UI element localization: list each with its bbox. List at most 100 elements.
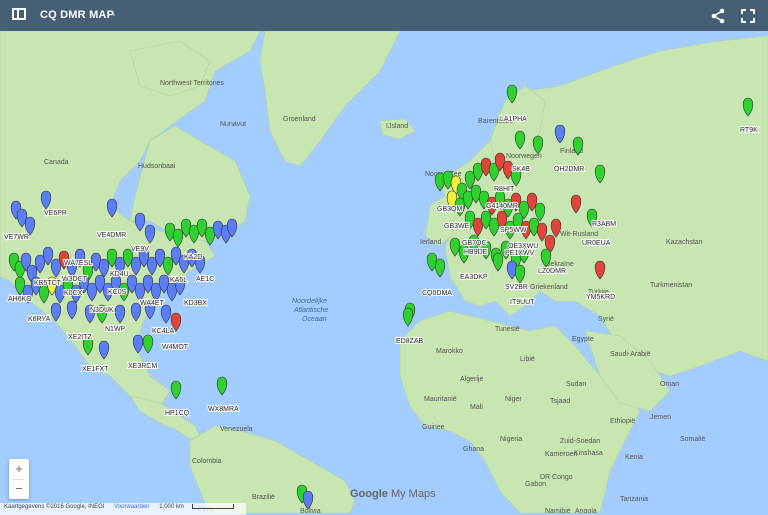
zoom-in-button[interactable]: +	[9, 459, 29, 479]
callsign-label: PE1XWV	[505, 250, 535, 257]
share-icon[interactable]	[708, 6, 728, 26]
geo-label: Sudan	[566, 381, 586, 388]
geo-label: Marokko	[436, 348, 463, 355]
geo-label: Brazilië	[252, 494, 275, 501]
attribution-bar: Kaartgegevens ©2016 Google, INEGI Voorwa…	[0, 503, 246, 515]
ocean-label: Noordelijke Atlantische Oceaan	[292, 298, 328, 323]
geo-label: Kenia	[625, 454, 643, 461]
callsign-label: KA2D	[184, 254, 202, 261]
geo-label: Venezuela	[220, 426, 253, 433]
geo-label: Jemen	[650, 414, 671, 421]
geo-label: Groenland	[283, 116, 316, 123]
map-details-icon[interactable]	[12, 8, 26, 20]
green-map-marker[interactable]	[216, 376, 228, 396]
callsign-label: K0CX	[64, 290, 83, 297]
world-map[interactable]: GroenlandIJslandNoorwegenFinlandCanadaHu…	[0, 31, 768, 513]
geo-label: Somalië	[680, 436, 705, 443]
geo-label: Saudi-Arabië	[610, 351, 651, 358]
callsign-label: KA6L	[170, 277, 187, 284]
scale-label: 1.000 km	[159, 504, 184, 511]
zoom-controls: + −	[9, 459, 29, 499]
blue-map-marker[interactable]	[160, 304, 172, 324]
geo-label: Ethiopië	[610, 418, 635, 425]
terms-link[interactable]: Voorwaarden	[114, 504, 149, 510]
app-header: CQ DMR MAP •	[0, 0, 768, 31]
callsign-label: W3DCT	[62, 276, 88, 283]
green-map-marker[interactable]	[142, 334, 154, 354]
callsign-label: XE3RCM	[128, 363, 157, 370]
callsign-label: GB3WE	[444, 223, 470, 230]
callsign-label: OE3XWU	[508, 243, 538, 250]
callsign-label: KD4U	[110, 271, 129, 278]
map-data-credit: Kaartgegevens ©2016 Google, INEGI	[4, 504, 105, 511]
callsign-label: GB3QM	[437, 206, 462, 213]
geo-label: Tunesië	[495, 326, 520, 333]
map-title: CQ DMR MAP	[40, 9, 115, 21]
callsign-label: UR0EUA	[582, 240, 611, 247]
geo-label: Angola	[575, 508, 597, 513]
geo-label: Algerije	[460, 376, 483, 383]
geo-label: Mali	[470, 404, 483, 411]
callsign-label: KB5TCT	[34, 280, 62, 287]
separator-dot: •	[112, 10, 116, 20]
geo-label: Nunavut	[220, 121, 246, 128]
geo-label: Namibië	[545, 508, 571, 513]
green-map-marker[interactable]	[434, 258, 446, 278]
callsign-label: YM5KRD	[586, 294, 615, 301]
geo-label: Egypte	[572, 336, 594, 343]
callsign-label: KC0S	[108, 289, 127, 296]
callsign-label: K6RYA	[28, 316, 51, 323]
callsign-label: SK4B	[512, 166, 530, 173]
callsign-label: HB9DE	[464, 249, 488, 256]
green-map-marker[interactable]	[402, 307, 414, 327]
geo-label: Hudsonbaai	[138, 163, 176, 170]
geo-label: Noorwegen	[506, 153, 542, 160]
callsign-label: SP5WW	[500, 227, 527, 234]
callsign-label: AE1C	[196, 276, 214, 283]
callsign-label: AH6KO	[8, 296, 32, 303]
callsign-label: OH2DMR	[554, 166, 584, 173]
geo-label: Zuid-Soedan	[560, 438, 600, 445]
callsign-label: GB7QC	[462, 240, 487, 247]
callsign-label: R3ABM	[592, 221, 616, 228]
geo-label: Nigeria	[500, 436, 522, 443]
central-america	[129, 395, 201, 440]
callsign-label: VE7WR	[4, 234, 29, 241]
geo-label: Libië	[520, 356, 535, 363]
geo-label: DR Congo	[540, 474, 573, 481]
callsign-label: WA4ET	[140, 300, 165, 307]
geo-label: Tsjaad	[550, 398, 570, 405]
green-map-marker[interactable]	[170, 380, 182, 400]
geo-label: Ierland	[420, 239, 442, 246]
geo-label: IJsland	[386, 123, 408, 130]
callsign-label: EA3DKP	[460, 274, 488, 281]
callsign-label: WA7ESL	[64, 260, 92, 267]
geo-label: Canada	[44, 159, 69, 166]
callsign-label: XE1FXT	[82, 366, 109, 373]
geo-label: Tanzania	[620, 496, 648, 503]
geo-label: Bolivia	[300, 508, 321, 513]
geo-label: Kameroen	[545, 451, 577, 458]
greenland	[259, 31, 401, 167]
geo-label: Gabon	[525, 481, 546, 488]
google-logo: Google	[350, 488, 388, 500]
callsign-label: LZ0DMR	[538, 268, 566, 275]
geo-label: Turkmenistan	[650, 282, 692, 289]
mymaps-label: My Maps	[390, 488, 436, 500]
callsign-label: XE2ITZ	[68, 334, 92, 341]
callsign-label: RT9K	[740, 127, 758, 134]
callsign-label: G4140MR	[486, 203, 518, 210]
callsign-label: LA1PHA	[500, 116, 527, 123]
fullscreen-icon[interactable]	[738, 6, 758, 26]
callsign-label: SV2BR	[505, 284, 528, 291]
geo-label: Ghana	[463, 446, 484, 453]
callsign-label: ED8ZAB	[396, 338, 424, 345]
callsign-label: VE6PR	[44, 210, 67, 217]
callsign-label: KC4LA	[152, 328, 175, 335]
map-canvas[interactable]: Groenland IJsland Noorwegen Finland Canada Hu…	[0, 31, 768, 513]
callsign-label: VE4DMR	[97, 232, 126, 239]
geo-label: Syrië	[598, 316, 614, 323]
zoom-out-button[interactable]: −	[9, 479, 29, 499]
callsign-label: VE9V	[131, 246, 149, 253]
geo-label: Kazachstan	[666, 239, 703, 246]
